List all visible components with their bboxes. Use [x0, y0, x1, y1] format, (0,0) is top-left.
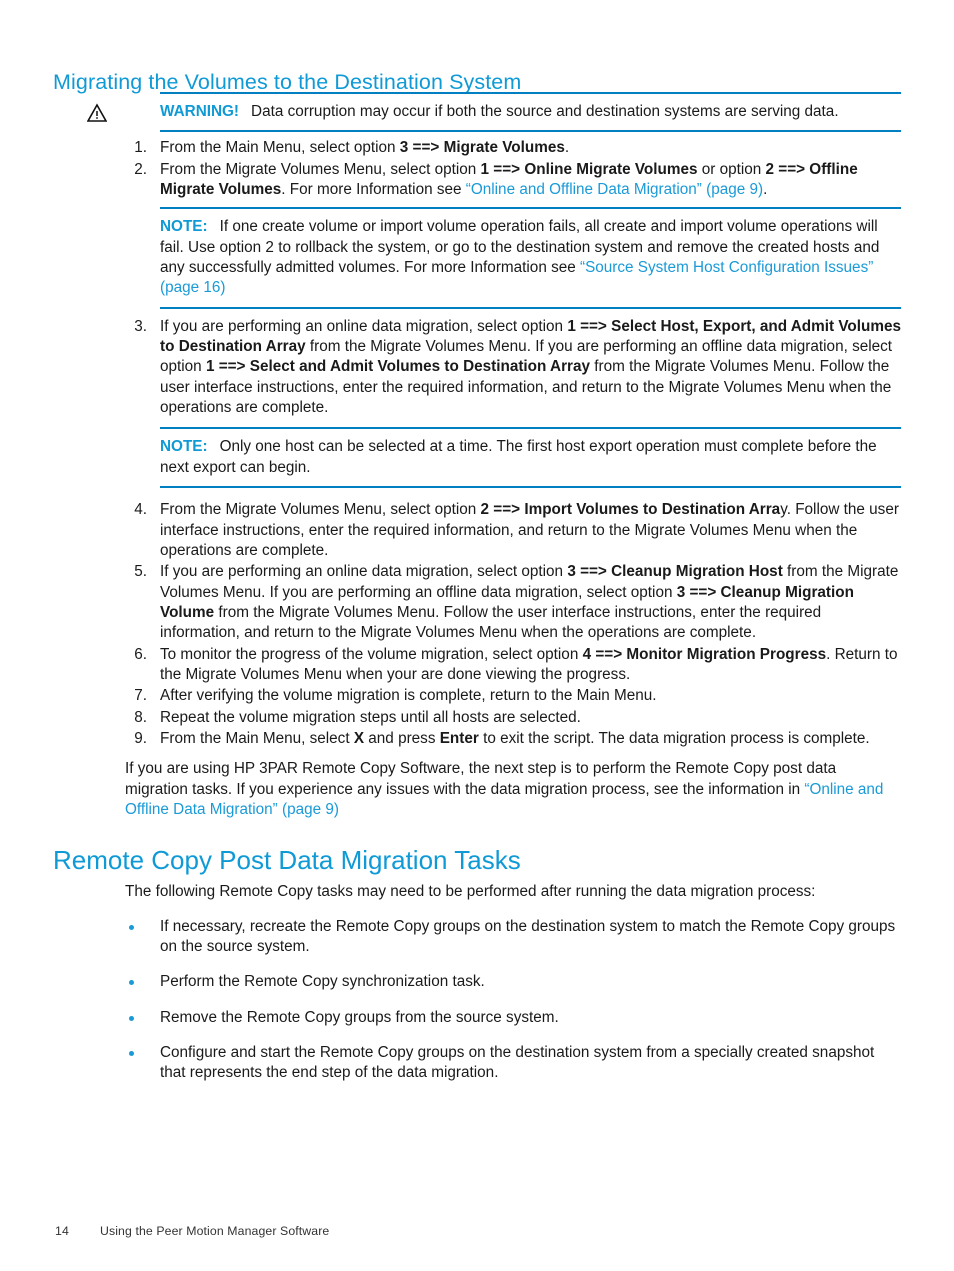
note-text: Only one host can be selected at a time.… [160, 438, 877, 475]
step-text: From the Main Menu, select X and press E… [160, 730, 870, 747]
emphasis-text: 4 ==> Monitor Migration Progress [582, 645, 827, 663]
step-text: From the Migrate Volumes Menu, select op… [160, 501, 899, 559]
warning-label: WARNING! [160, 103, 240, 120]
step-number: 6. [134, 645, 147, 663]
document-page: Migrating the Volumes to the Destination… [0, 0, 954, 1271]
list-item-text: Remove the Remote Copy groups from the s… [160, 1008, 559, 1026]
plain-text: From the Migrate Volumes Menu, select op… [160, 160, 481, 178]
note-admonition-2: NOTE: Only one host can be selected at a … [160, 427, 901, 489]
plain-text: . [763, 181, 768, 199]
note-admonition-1: NOTE: If one create volume or import volu… [160, 207, 901, 309]
emphasis-text: 1 ==> Select and Admit Volumes to Destin… [205, 358, 591, 376]
plain-text: If you are using HP 3PAR Remote Copy Sof… [125, 760, 837, 798]
cross-reference-link[interactable]: “Online and Offline Data Migration” (pag… [466, 181, 763, 198]
step-text: If you are performing an online data mig… [160, 563, 898, 641]
note-body: NOTE: If one create volume or import volu… [160, 217, 901, 298]
procedure-steps-part2: 3. If you are performing an online data … [53, 317, 901, 419]
plain-text: Repeat the volume migration steps until … [160, 708, 581, 726]
emphasis-text: Enter [439, 729, 479, 747]
step-item: 9. From the Main Menu, select X and pres… [53, 729, 901, 749]
closing-paragraph-text: If you are using HP 3PAR Remote Copy Sof… [125, 760, 883, 818]
plain-text: If you are performing an online data mig… [160, 317, 568, 335]
step-number: 3. [134, 317, 147, 335]
plain-text: After verifying the volume migration is … [160, 687, 657, 705]
list-item: If necessary, recreate the Remote Copy g… [53, 917, 901, 958]
step-number: 1. [134, 139, 147, 157]
note-label: NOTE: [160, 438, 208, 456]
step-number: 7. [134, 687, 147, 705]
step-text: Repeat the volume migration steps until … [160, 709, 581, 726]
warning-admonition: WARNING! Data corruption may occur if bot… [86, 92, 901, 133]
emphasis-text: 2 ==> Import Volumes to Destination Arra [480, 501, 781, 519]
remote-copy-task-list: If necessary, recreate the Remote Copy g… [53, 917, 901, 1084]
step-item: 6. To monitor the progress of the volume… [53, 645, 901, 686]
bullet-dot-icon [129, 924, 134, 930]
remote-copy-intro: The following Remote Copy tasks may need… [125, 883, 816, 901]
list-item-text: If necessary, recreate the Remote Copy g… [160, 917, 896, 955]
plain-text: and press [364, 729, 440, 747]
step-item: 8. Repeat the volume migration steps unt… [53, 708, 901, 728]
plain-text: from the Migrate Volumes Menu. Follow th… [160, 603, 822, 642]
step-number: 5. [134, 563, 147, 581]
step-number: 8. [134, 708, 147, 726]
plain-text: To monitor the progress of the volume mi… [160, 645, 583, 663]
list-item: Perform the Remote Copy synchronization … [53, 972, 901, 992]
step-text: To monitor the progress of the volume mi… [160, 646, 898, 683]
list-item: Remove the Remote Copy groups from the s… [53, 1008, 901, 1028]
page-footer: 14 Using the Peer Motion Manager Software [55, 1224, 329, 1238]
bullet-dot-icon [129, 1015, 134, 1021]
note-text: If one create volume or import volume op… [160, 218, 879, 296]
warning-triangle-icon [86, 103, 108, 123]
plain-text: . [564, 139, 570, 157]
step-text: After verifying the volume migration is … [160, 687, 657, 704]
page-content: WARNING! Data corruption may occur if bot… [53, 88, 901, 1099]
step-item: 1. From the Main Menu, select option 3 =… [53, 138, 901, 158]
warning-body: WARNING! Data corruption may occur if bot… [160, 102, 901, 122]
plain-text: . For more Information see [281, 181, 466, 199]
plain-text: From the Migrate Volumes Menu, select op… [160, 501, 481, 519]
step-text: From the Main Menu, select option 3 ==> … [160, 139, 569, 156]
list-item-text: Configure and start the Remote Copy grou… [160, 1043, 875, 1082]
footer-page-number: 14 [55, 1224, 69, 1238]
closing-paragraph: If you are using HP 3PAR Remote Copy Sof… [53, 759, 901, 820]
bullet-dot-icon [129, 1050, 134, 1056]
plain-text: If you are performing an online data mig… [160, 563, 568, 581]
footer-chapter-title: Using the Peer Motion Manager Software [100, 1224, 330, 1238]
plain-text: to exit the script. The data migration p… [478, 729, 870, 747]
step-item: 5. If you are performing an online data … [53, 562, 901, 643]
emphasis-text: 3 ==> Migrate Volumes [399, 139, 565, 157]
note-label: NOTE: [160, 218, 208, 236]
step-number: 9. [134, 729, 147, 747]
step-number: 4. [134, 501, 147, 519]
plain-text: or option [697, 160, 766, 178]
warning-text: Data corruption may occur if both the so… [251, 103, 839, 120]
list-item-text: Perform the Remote Copy synchronization … [160, 973, 485, 991]
remote-copy-heading: Remote Copy Post Data Migration Tasks [53, 845, 521, 876]
emphasis-text: 1 ==> Online Migrate Volumes [480, 160, 698, 178]
emphasis-text: X [353, 729, 365, 747]
procedure-steps-part1: 1. From the Main Menu, select option 3 =… [53, 138, 901, 200]
note-body: NOTE: Only one host can be selected at a … [160, 437, 901, 478]
step-item: 2. From the Migrate Volumes Menu, select… [53, 160, 901, 201]
step-number: 2. [134, 160, 147, 178]
step-item: 7. After verifying the volume migration … [53, 686, 901, 706]
step-item: 3. If you are performing an online data … [53, 317, 901, 419]
emphasis-text: 3 ==> Cleanup Migration Host [567, 563, 783, 581]
list-item: Configure and start the Remote Copy grou… [53, 1043, 901, 1084]
plain-text: From the Main Menu, select [160, 729, 354, 747]
step-item: 4. From the Migrate Volumes Menu, select… [53, 500, 901, 561]
step-text: If you are performing an online data mig… [160, 318, 901, 416]
bullet-dot-icon [129, 980, 134, 986]
plain-text: Only one host can be selected at a time.… [160, 438, 877, 476]
procedure-steps-part3: 4. From the Migrate Volumes Menu, select… [53, 500, 901, 749]
step-text: From the Migrate Volumes Menu, select op… [160, 161, 858, 198]
plain-text: From the Main Menu, select option [160, 139, 400, 157]
